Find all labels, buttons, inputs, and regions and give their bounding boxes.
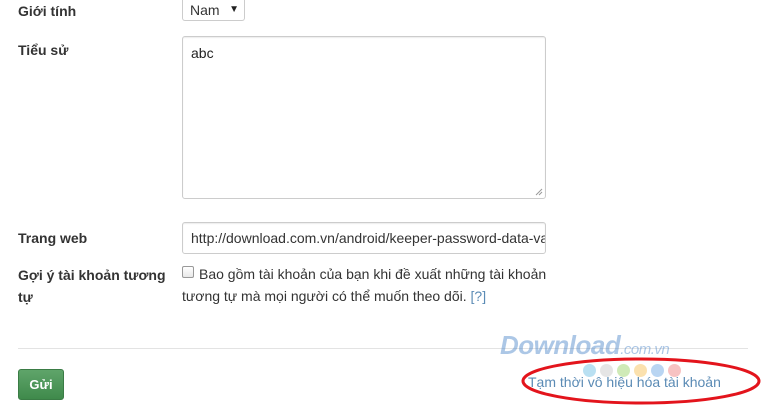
gender-value: Nam — [190, 2, 220, 18]
suggest-text: Bao gồm tài khoản của bạn khi đề xuất nh… — [182, 266, 547, 304]
submit-button[interactable]: Gửi — [18, 369, 64, 400]
help-link[interactable]: [?] — [471, 288, 487, 304]
suggest-label: Gợi ý tài khoản tương tự — [18, 267, 166, 305]
resize-grip-icon[interactable] — [535, 188, 543, 196]
gender-label: Giới tính — [18, 3, 77, 19]
bio-value: abc — [191, 45, 214, 61]
website-label: Trang web — [18, 230, 88, 246]
gender-select[interactable]: Nam ▼ — [182, 0, 245, 21]
highlight-ellipse — [521, 357, 761, 405]
bio-label: Tiểu sử — [18, 42, 69, 58]
chevron-down-icon: ▼ — [229, 4, 239, 15]
suggest-description: Bao gồm tài khoản của bạn khi đề xuất nh… — [182, 263, 552, 307]
bio-textarea[interactable]: abc — [182, 36, 546, 199]
website-input[interactable]: http://download.com.vn/android/keeper-pa… — [182, 222, 546, 254]
